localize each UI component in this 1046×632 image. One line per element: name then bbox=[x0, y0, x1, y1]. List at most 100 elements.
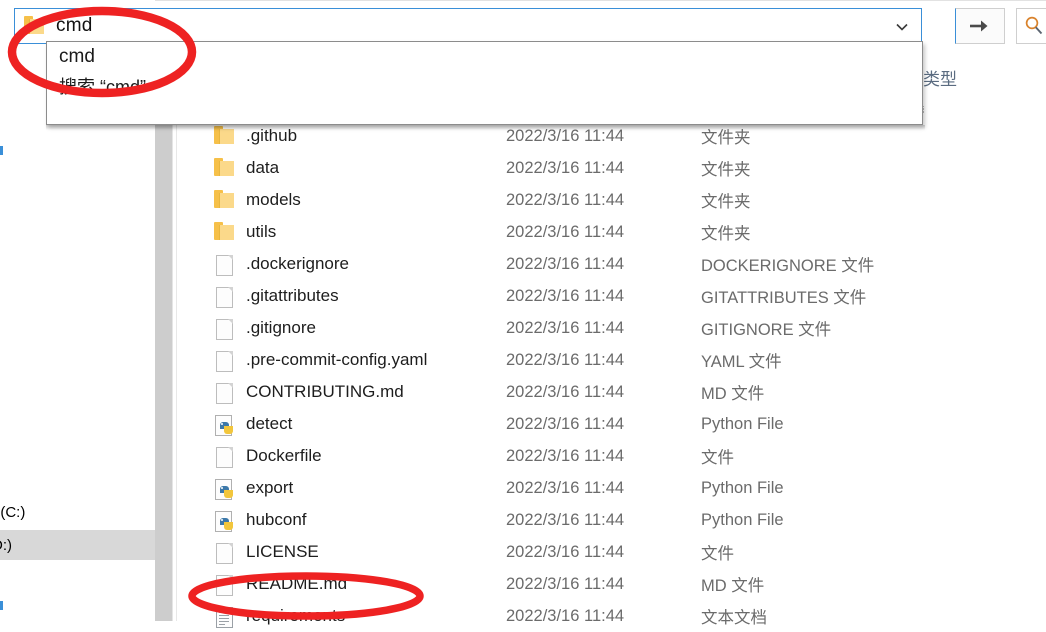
file-row-dockerignore[interactable]: .dockerignore 2022/3/16 11:44 DOCKERIGNO… bbox=[177, 248, 1046, 280]
address-autocomplete-dropdown[interactable]: cmd 搜索 “cmd” bbox=[46, 41, 923, 125]
file-type: 文件夹 bbox=[701, 161, 751, 179]
file-row-pre-commit-config[interactable]: .pre-commit-config.yaml 2022/3/16 11:44 … bbox=[177, 344, 1046, 376]
file-row-gitignore[interactable]: .gitignore 2022/3/16 11:44 GITIGNORE 文件 bbox=[177, 312, 1046, 344]
address-input[interactable]: cmd bbox=[56, 15, 93, 37]
file-date: 2022/3/16 11:44 bbox=[506, 606, 625, 625]
sidebar-item-c-drive[interactable]: t (C:) bbox=[0, 497, 155, 527]
file-name: README.md bbox=[246, 574, 348, 593]
file-row-hubconf[interactable]: hubconf 2022/3/16 11:44 Python File bbox=[177, 504, 1046, 536]
file-icon bbox=[213, 349, 235, 372]
file-date: 2022/3/16 11:44 bbox=[506, 158, 625, 177]
file-row-data[interactable]: data 2022/3/16 11:44 文件夹 bbox=[177, 152, 1046, 184]
file-date: 2022/3/16 11:44 bbox=[506, 318, 625, 337]
file-type: Python File bbox=[701, 510, 784, 529]
autocomplete-item-history[interactable]: cmd bbox=[47, 42, 922, 71]
file-date: 2022/3/16 11:44 bbox=[506, 222, 625, 241]
folder-icon bbox=[213, 189, 235, 211]
file-list[interactable]: .github 2022/3/16 11:44 文件夹 data 2022/3/… bbox=[177, 120, 1046, 628]
sidebar-accent-tick-2 bbox=[0, 601, 3, 610]
file-date: 2022/3/16 11:44 bbox=[506, 254, 625, 273]
search-icon bbox=[1025, 16, 1043, 35]
file-icon bbox=[213, 445, 235, 468]
sidebar-accent-tick bbox=[0, 146, 3, 155]
file-date: 2022/3/16 11:44 bbox=[506, 542, 625, 561]
autocomplete-item-label: 搜索 “cmd” bbox=[59, 76, 146, 97]
file-icon bbox=[213, 381, 235, 404]
file-name: .pre-commit-config.yaml bbox=[246, 350, 428, 369]
go-button[interactable] bbox=[955, 8, 1005, 44]
python-file-icon bbox=[213, 477, 235, 500]
pane-divider bbox=[172, 120, 173, 621]
file-icon bbox=[213, 317, 235, 340]
folder-icon bbox=[213, 157, 235, 179]
chevron-down-icon[interactable] bbox=[893, 18, 911, 36]
file-icon bbox=[213, 253, 235, 276]
file-row-readme[interactable]: README.md 2022/3/16 11:44 MD 文件 bbox=[177, 568, 1046, 600]
text-document-icon bbox=[213, 605, 235, 628]
file-date: 2022/3/16 11:44 bbox=[506, 446, 625, 465]
search-box[interactable] bbox=[1016, 8, 1046, 44]
file-name: .dockerignore bbox=[246, 254, 350, 273]
file-name: data bbox=[246, 158, 280, 177]
file-type: MD 文件 bbox=[701, 385, 765, 403]
file-date: 2022/3/16 11:44 bbox=[506, 574, 625, 593]
arrow-right-icon bbox=[970, 20, 988, 32]
folder-icon bbox=[23, 16, 44, 34]
file-date: 2022/3/16 11:44 bbox=[506, 510, 625, 529]
file-name: requirements bbox=[246, 606, 346, 625]
file-type: 文件 bbox=[701, 449, 734, 467]
sidebar-item-d-drive[interactable]: D:) bbox=[0, 530, 155, 560]
file-row-gitattributes[interactable]: .gitattributes 2022/3/16 11:44 GITATTRIB… bbox=[177, 280, 1046, 312]
file-type: Python File bbox=[701, 478, 784, 497]
top-rule bbox=[0, 0, 1046, 1]
scrollbar-thumb[interactable] bbox=[155, 120, 172, 621]
file-name: hubconf bbox=[246, 510, 307, 529]
file-name: .gitignore bbox=[246, 318, 316, 337]
file-row-license[interactable]: LICENSE 2022/3/16 11:44 文件 bbox=[177, 536, 1046, 568]
file-row-requirements[interactable]: requirements 2022/3/16 11:44 文本文档 bbox=[177, 600, 1046, 632]
autocomplete-item-search[interactable]: 搜索 “cmd” bbox=[47, 71, 922, 100]
file-date: 2022/3/16 11:44 bbox=[506, 478, 625, 497]
file-type: 文件 bbox=[701, 545, 734, 563]
file-type: YAML 文件 bbox=[701, 353, 782, 371]
folder-icon bbox=[213, 221, 235, 243]
file-name: detect bbox=[246, 414, 293, 433]
file-type: GITIGNORE 文件 bbox=[701, 321, 832, 339]
file-type: GITATTRIBUTES 文件 bbox=[701, 289, 867, 307]
file-name: CONTRIBUTING.md bbox=[246, 382, 404, 401]
file-name: utils bbox=[246, 222, 277, 241]
sidebar-item-label: D:) bbox=[0, 536, 12, 554]
file-name: .gitattributes bbox=[246, 286, 339, 305]
column-header-label: 类型 bbox=[923, 69, 957, 89]
file-name: export bbox=[246, 478, 294, 497]
dropdown-shadow bbox=[46, 125, 925, 130]
autocomplete-item-label: cmd bbox=[59, 45, 95, 67]
sidebar-item-label: t (C:) bbox=[0, 503, 26, 521]
file-type: Python File bbox=[701, 414, 784, 433]
file-row-dockerfile[interactable]: Dockerfile 2022/3/16 11:44 文件 bbox=[177, 440, 1046, 472]
file-row-export[interactable]: export 2022/3/16 11:44 Python File bbox=[177, 472, 1046, 504]
file-date: 2022/3/16 11:44 bbox=[506, 414, 625, 433]
file-row-utils[interactable]: utils 2022/3/16 11:44 文件夹 bbox=[177, 216, 1046, 248]
file-date: 2022/3/16 11:44 bbox=[506, 190, 625, 209]
file-type: 文件夹 bbox=[701, 193, 751, 211]
file-name: LICENSE bbox=[246, 542, 319, 561]
sidebar-item-other[interactable]: ) bbox=[0, 566, 155, 596]
file-name: Dockerfile bbox=[246, 446, 322, 465]
file-type: MD 文件 bbox=[701, 577, 765, 595]
file-date: 2022/3/16 11:44 bbox=[506, 350, 625, 369]
file-type: 文件夹 bbox=[701, 225, 751, 243]
file-row-models[interactable]: models 2022/3/16 11:44 文件夹 bbox=[177, 184, 1046, 216]
file-row-detect[interactable]: detect 2022/3/16 11:44 Python File bbox=[177, 408, 1046, 440]
python-file-icon bbox=[213, 509, 235, 532]
file-icon bbox=[213, 285, 235, 308]
file-date: 2022/3/16 11:44 bbox=[506, 382, 625, 401]
file-row-contributing[interactable]: CONTRIBUTING.md 2022/3/16 11:44 MD 文件 bbox=[177, 376, 1046, 408]
vertical-scrollbar[interactable] bbox=[155, 120, 172, 621]
address-bar[interactable]: cmd bbox=[14, 8, 922, 44]
file-type: 文本文档 bbox=[701, 609, 767, 627]
file-type: DOCKERIGNORE 文件 bbox=[701, 257, 875, 275]
column-header-type[interactable]: 类型 bbox=[923, 60, 1046, 94]
file-date: 2022/3/16 11:44 bbox=[506, 286, 625, 305]
python-file-icon bbox=[213, 413, 235, 436]
